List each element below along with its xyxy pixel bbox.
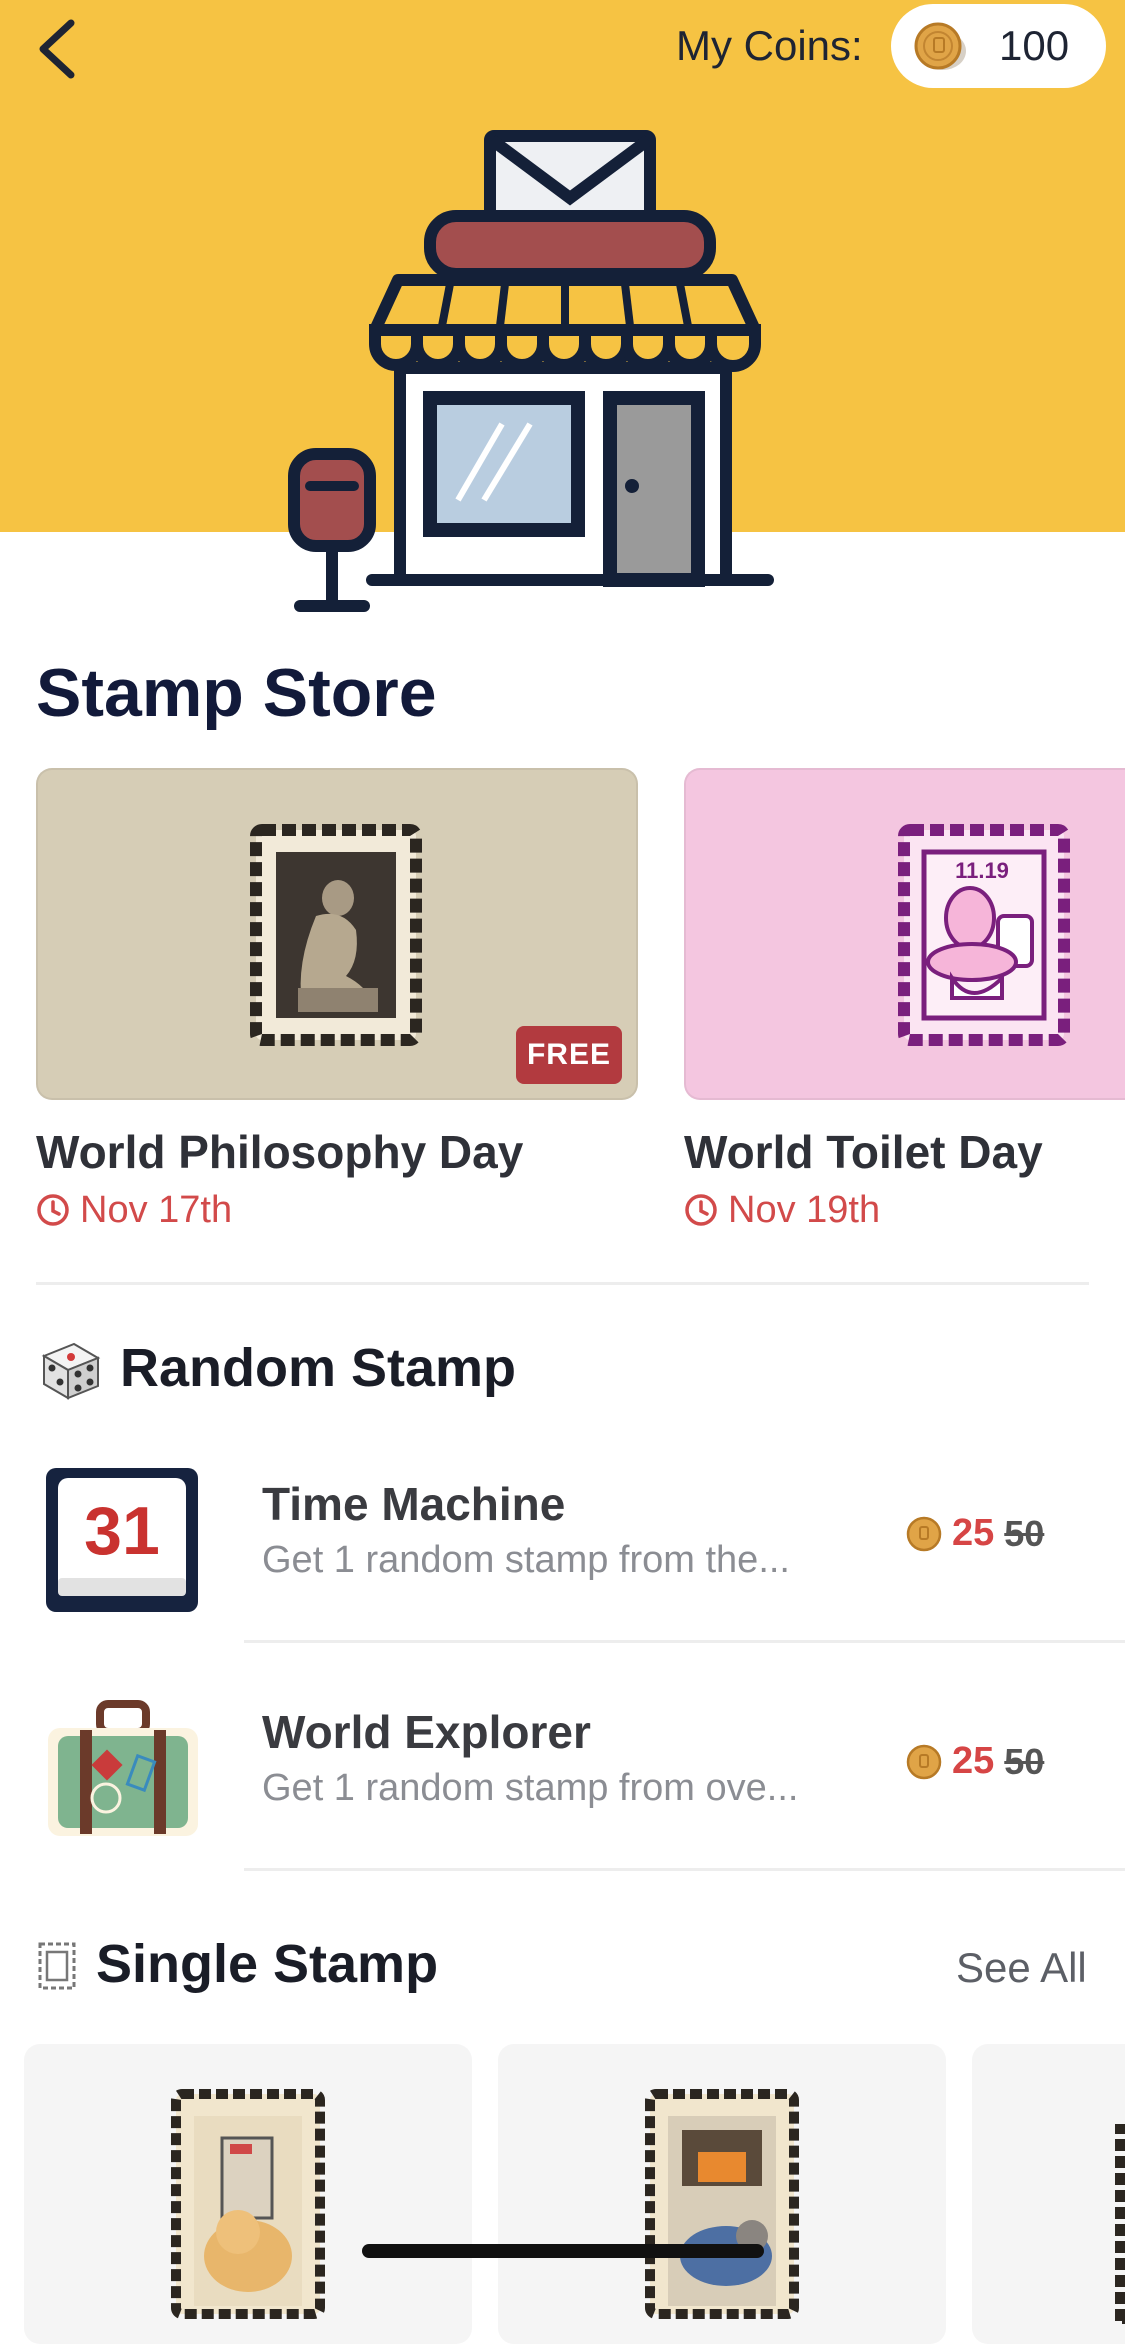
my-coins-label: My Coins:	[676, 22, 863, 69]
row-divider	[244, 1640, 1125, 1643]
single-stamp-card[interactable]	[972, 2044, 1125, 2344]
discount-price: 25	[952, 1740, 995, 1782]
coin-icon	[914, 22, 966, 70]
section-divider	[36, 1282, 1089, 1285]
stamp-edge-icon	[1115, 2124, 1125, 2324]
featured-date-text: Nov 19th	[728, 1189, 881, 1231]
coin-balance-value: 100	[999, 22, 1070, 69]
cat-stamp-icon	[171, 2089, 325, 2319]
row-subtitle: Get 1 random stamp from ove...	[262, 1767, 799, 1809]
coin-icon	[906, 1744, 942, 1779]
dice-icon	[41, 1342, 101, 1400]
price-tag[interactable]: 25 50	[906, 1512, 1044, 1555]
back-button[interactable]	[22, 14, 92, 84]
coin-balance-pill[interactable]: 100	[891, 4, 1106, 88]
price-tag[interactable]: 25 50	[906, 1740, 1044, 1783]
original-price: 50	[1004, 1740, 1045, 1782]
random-stamp-title: Random Stamp	[120, 1338, 517, 1398]
featured-stamp-card[interactable]: 11.19	[684, 768, 1125, 1100]
featured-date: Nov 17th	[36, 1186, 232, 1234]
featured-date: Nov 19th	[684, 1186, 880, 1234]
post-office-illustration	[288, 130, 774, 612]
toilet-stamp-date: 11.19	[955, 858, 1009, 883]
row-subtitle: Get 1 random stamp from the...	[262, 1539, 790, 1581]
home-indicator	[362, 2244, 764, 2258]
featured-title: World Philosophy Day	[36, 1126, 524, 1178]
calendar-icon: 31	[46, 1468, 198, 1612]
stamp-icon	[38, 1942, 76, 1990]
row-title: Time Machine	[262, 1478, 566, 1530]
featured-date-text: Nov 17th	[80, 1189, 233, 1231]
single-stamp-title: Single Stamp	[96, 1934, 439, 1994]
see-all-link[interactable]: See All	[956, 1940, 1087, 1996]
page-title: Stamp Store	[36, 655, 437, 731]
clock-icon	[685, 1194, 717, 1226]
original-price: 50	[1004, 1512, 1045, 1554]
cozy-stamp-icon	[645, 2089, 799, 2319]
row-divider	[244, 1868, 1125, 1871]
featured-stamp-card[interactable]: FREE	[36, 768, 638, 1100]
row-title: World Explorer	[262, 1706, 591, 1758]
single-stamp-card[interactable]	[24, 2044, 472, 2344]
clock-icon	[37, 1194, 69, 1226]
toilet-stamp-icon: 11.19	[898, 824, 1070, 1046]
coin-icon	[906, 1516, 942, 1551]
free-badge: FREE	[516, 1026, 622, 1084]
thinker-stamp-icon	[250, 824, 422, 1046]
suitcase-icon	[48, 1700, 198, 1836]
chevron-left-icon	[39, 19, 75, 79]
single-stamp-card[interactable]	[498, 2044, 946, 2344]
featured-title: World Toilet Day	[684, 1126, 1043, 1178]
calendar-day: 31	[84, 1493, 160, 1569]
discount-price: 25	[952, 1512, 995, 1554]
